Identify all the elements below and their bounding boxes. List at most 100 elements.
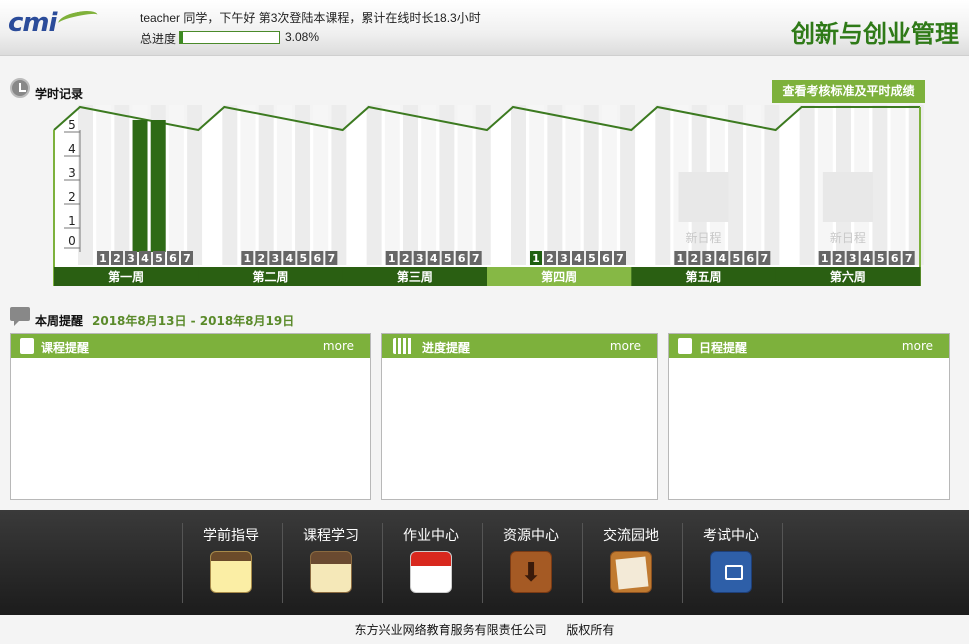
day-stripe — [366, 105, 382, 265]
y-tick-label: 5 — [68, 118, 76, 132]
progress-reminder-panel: 进度提醒 more — [381, 333, 658, 500]
day-number: 5 — [588, 252, 596, 265]
panel-header: 进度提醒 more — [382, 334, 657, 358]
nav-item-forum[interactable]: 交流园地 — [581, 523, 681, 605]
day-stripe — [384, 105, 400, 265]
calendar-grid-icon — [393, 338, 413, 354]
panel-title: 日程提醒 — [699, 341, 748, 355]
day-number: 3 — [849, 252, 857, 265]
y-tick-label: 2 — [68, 190, 76, 204]
day-stripe — [276, 105, 292, 265]
day-number: 2 — [113, 252, 121, 265]
study-hours-chart: 0123451 2 3 4 5 6 7第一周1 2 3 4 5 6 7第二周1 2 3 4 5 6 7第三周1 2 3 4… — [53, 105, 924, 286]
copyright: 东方兴业网络教育服务有限责任公司 版权所有 — [0, 621, 969, 638]
nav-label: 课程学习 — [303, 528, 359, 544]
day-number: 4 — [286, 252, 294, 265]
day-stripe — [565, 105, 581, 265]
day-stripe — [421, 105, 437, 265]
day-stripe — [258, 105, 274, 265]
nav-label: 资源中心 — [503, 528, 559, 544]
day-number: 1 — [99, 252, 107, 265]
nav-item-resources[interactable]: 资源中心 — [481, 523, 581, 605]
document-icon — [20, 338, 34, 354]
panel-title: 课程提醒 — [41, 341, 90, 355]
day-number: 7 — [905, 252, 913, 265]
nav-item-course-study[interactable]: 课程学习 — [281, 523, 381, 605]
download-icon — [510, 551, 552, 593]
notebook-icon — [310, 551, 352, 593]
bottom-nav: 学前指导 课程学习 作业中心 资源中心 交流园地 考试中心 — [0, 510, 969, 615]
note-icon — [678, 338, 692, 354]
day-number: 4 — [141, 252, 149, 265]
exam-icon — [710, 551, 752, 593]
day-number: 1 — [388, 252, 396, 265]
day-stripe — [114, 105, 130, 265]
week-label: 第五周 — [685, 269, 721, 284]
day-stripe — [890, 105, 906, 265]
day-number: 2 — [402, 252, 410, 265]
day-number: 5 — [155, 252, 163, 265]
panel-title: 进度提醒 — [422, 341, 471, 355]
day-number: 6 — [314, 252, 322, 265]
day-number: 1 — [244, 252, 252, 265]
nav-divider — [782, 523, 783, 603]
day-stripe — [908, 105, 924, 265]
day-stripe — [96, 105, 112, 265]
day-number: 7 — [761, 252, 769, 265]
nav-label: 考试中心 — [703, 528, 759, 544]
page-root: cmi teacher 同学，下午好 第3次登陆本课程，累计在线时长18.3小时… — [0, 0, 969, 644]
company-name: 东方兴业网络教育服务有限责任公司 — [354, 623, 547, 637]
nav-item-homework[interactable]: 作业中心 — [381, 523, 481, 605]
y-tick-label: 4 — [68, 142, 76, 156]
week-label: 第一周 — [108, 269, 144, 284]
week-label: 第二周 — [252, 269, 288, 284]
nav-label: 交流园地 — [603, 528, 659, 544]
day-stripe — [547, 105, 563, 265]
new-schedule-box — [822, 172, 873, 222]
nav-label: 作业中心 — [403, 528, 459, 544]
day-number: 1 — [532, 252, 540, 265]
date-range: 2018年8月13日 - 2018年8月19日 — [92, 314, 295, 328]
day-number: 4 — [430, 252, 438, 265]
week-label: 第三周 — [397, 269, 433, 284]
day-stripe — [728, 105, 744, 265]
speech-bubble-icon — [10, 307, 30, 326]
day-number: 7 — [328, 252, 336, 265]
day-number: 2 — [258, 252, 266, 265]
nav-item-exam[interactable]: 考试中心 — [681, 523, 781, 605]
day-stripe — [295, 105, 311, 265]
day-number: 2 — [691, 252, 699, 265]
panel-header: 课程提醒 more — [11, 334, 370, 358]
day-stripe — [511, 105, 526, 265]
study-hours-bar — [132, 120, 148, 252]
more-link[interactable]: more — [323, 339, 354, 353]
day-number: 4 — [863, 252, 871, 265]
more-link[interactable]: more — [610, 339, 641, 353]
new-schedule-box — [678, 172, 729, 222]
day-stripe — [655, 105, 671, 265]
chat-icon — [610, 551, 652, 593]
nav-item-pre-study[interactable]: 学前指导 — [181, 523, 281, 605]
day-number: 3 — [705, 252, 713, 265]
day-stripe — [240, 105, 256, 265]
day-stripe — [799, 105, 815, 265]
course-reminder-panel: 课程提醒 more — [10, 333, 371, 500]
day-number: 4 — [719, 252, 727, 265]
panel-header: 日程提醒 more — [669, 334, 949, 358]
more-link[interactable]: more — [902, 339, 933, 353]
day-number: 3 — [127, 252, 135, 265]
week-label: 第六周 — [830, 269, 866, 284]
calendar-icon — [410, 551, 452, 593]
nav-label: 学前指导 — [203, 528, 259, 544]
rights-text: 版权所有 — [566, 623, 615, 637]
day-number: 7 — [183, 252, 191, 265]
day-stripe — [457, 105, 473, 265]
day-stripe — [601, 105, 617, 265]
day-stripe — [746, 105, 762, 265]
day-number: 5 — [733, 252, 741, 265]
day-number: 1 — [677, 252, 685, 265]
weekly-reminder-title: 本周提醒 — [35, 314, 84, 328]
day-number: 3 — [272, 252, 280, 265]
schedule-reminder-panel: 日程提醒 more — [668, 333, 950, 500]
day-number: 6 — [169, 252, 177, 265]
